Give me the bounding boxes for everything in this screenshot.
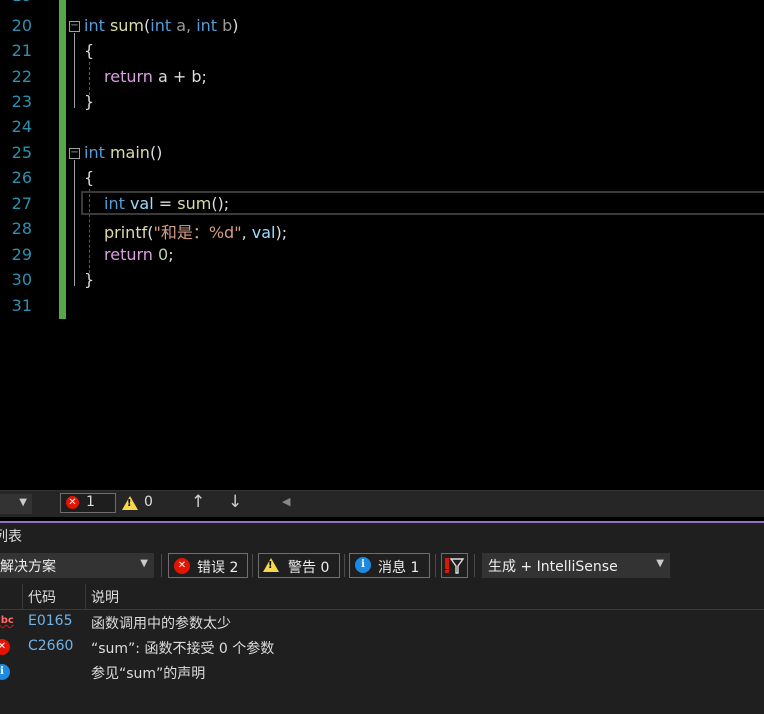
info-icon: i (0, 664, 10, 680)
divider (435, 554, 436, 577)
line-number: 28 (11, 219, 32, 238)
column-header-code[interactable]: 代码 (28, 587, 56, 607)
line-number: 31 (11, 296, 32, 315)
collapse-icon[interactable]: ⊟− (69, 21, 80, 32)
error-icon: ✕ (174, 558, 190, 574)
collapse-icon[interactable]: − (69, 148, 80, 159)
code-line-20: int sum(int a, int b) (84, 16, 239, 35)
error-list-toolbar: 解决方案 ▼ ✕ 错误 2 ! 警告 0 i 消息 1 生成 + Intelli… (0, 547, 764, 584)
warning-icon: ! (263, 558, 279, 572)
line-number: 19 (0, 0, 32, 5)
code-line-27: int val = sum(); (104, 194, 230, 213)
code-line-25: int main() (84, 143, 163, 162)
error-icon: ✕ (66, 496, 79, 509)
filter-button[interactable] (441, 553, 468, 578)
errors-filter-button[interactable]: ✕ 错误 2 (168, 553, 248, 578)
column-divider[interactable] (85, 584, 86, 609)
filter-icon (445, 558, 465, 574)
info-icon: i (355, 557, 371, 573)
intellisense-error-icon: abc (0, 615, 14, 626)
chevron-down-icon: ▼ (656, 558, 664, 569)
previous-issue-arrow-icon[interactable]: ↑ (191, 492, 205, 512)
code-line-23: } (84, 92, 95, 111)
next-issue-arrow-icon[interactable]: ↓ (228, 492, 242, 512)
column-header-description[interactable]: 说明 (91, 587, 119, 607)
divider (474, 554, 475, 577)
error-description: “sum”: 函数不接受 0 个参数 (91, 641, 275, 657)
line-number: 20 (11, 16, 32, 35)
line-number: 30 (11, 270, 32, 289)
divider (161, 554, 162, 577)
error-description: 函数调用中的参数太少 (91, 616, 231, 632)
table-row[interactable]: i 参见“sum”的声明 (0, 660, 764, 685)
fold-region-line (74, 33, 75, 108)
line-number: 29 (11, 245, 32, 264)
code-line-29: return 0; (104, 245, 174, 264)
code-line-26: { (84, 168, 95, 187)
warning-count: 0 (144, 494, 153, 510)
column-divider[interactable] (22, 584, 23, 609)
code-editor[interactable]: 19 20 21 22 23 24 25 26 27 28 29 30 31 ⊟… (0, 0, 764, 490)
scope-value: 解决方案 (0, 559, 56, 575)
code-line-21: { (84, 41, 95, 60)
warning-icon[interactable]: ! (122, 496, 138, 510)
line-number: 25 (11, 143, 32, 162)
code-line-22: return a + b; (104, 67, 207, 86)
line-number: 23 (11, 92, 32, 111)
divider (252, 554, 253, 577)
line-number: 26 (11, 168, 32, 187)
table-row[interactable]: ✕ C2660 “sum”: 函数不接受 0 个参数 (0, 635, 764, 660)
build-source-dropdown[interactable]: 生成 + IntelliSense ▼ (482, 553, 670, 578)
error-code[interactable]: E0165 (28, 613, 72, 629)
divider (344, 554, 345, 577)
scroll-left-icon[interactable]: ◀ (282, 495, 290, 508)
error-count: 1 (86, 494, 95, 510)
chevron-down-icon: ▼ (140, 558, 148, 569)
messages-filter-button[interactable]: i 消息 1 (349, 553, 430, 578)
error-code[interactable]: C2660 (28, 638, 73, 654)
line-number: 27 (11, 194, 32, 213)
editor-status-strip: ▼ ✕ 1 ! 0 ↑ ↓ ◀ (0, 490, 764, 517)
panel-title: 列表 (0, 529, 22, 545)
error-list-title-bar: 列表 (0, 523, 764, 547)
change-tracking-bar (59, 0, 66, 319)
error-list-table: 代码 说明 abc E0165 函数调用中的参数太少 ✕ C2660 “sum”… (0, 584, 764, 714)
table-row[interactable]: abc E0165 函数调用中的参数太少 (0, 610, 764, 635)
indent-guide (89, 62, 90, 95)
scope-dropdown[interactable]: 解决方案 ▼ (0, 553, 154, 578)
line-number: 21 (11, 41, 32, 60)
error-description: 参见“sum”的声明 (91, 666, 206, 682)
error-icon: ✕ (0, 639, 10, 655)
zoom-dropdown[interactable]: ▼ (0, 494, 32, 514)
code-line-28: printf("和是：%d", val); (104, 223, 288, 242)
fold-region-line (74, 160, 75, 286)
code-line-30: } (84, 270, 95, 289)
table-header: 代码 说明 (0, 584, 764, 610)
build-source-value: 生成 + IntelliSense (488, 559, 618, 575)
line-number: 24 (11, 117, 32, 136)
warnings-filter-button[interactable]: ! 警告 0 (258, 553, 340, 578)
line-number: 22 (11, 67, 32, 86)
